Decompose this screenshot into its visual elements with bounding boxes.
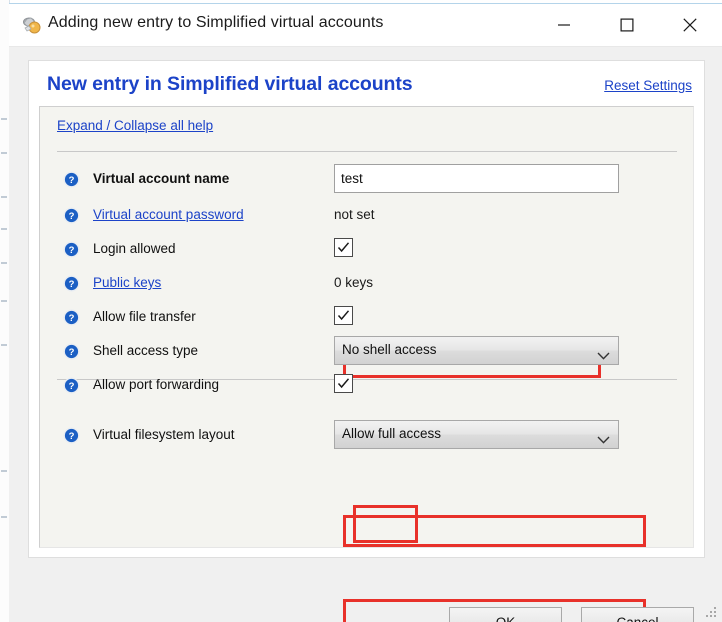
svg-text:?: ?	[69, 175, 75, 186]
row-label-shell-access-type: Shell access type	[93, 343, 199, 358]
virtual-filesystem-layout-dropdown[interactable]: Allow full access	[334, 420, 619, 449]
maximize-button[interactable]	[604, 4, 649, 46]
close-icon	[682, 18, 697, 32]
virtual-account-name-input[interactable]	[334, 164, 619, 193]
virtual-account-password-value: not set	[334, 207, 375, 222]
chevron-down-icon	[597, 431, 610, 449]
row-virtual-filesystem-layout: ? Virtual filesystem layout Allow full a…	[40, 419, 693, 453]
dialog-window: Adding new entry to Simplified virtual a…	[9, 3, 722, 622]
annotation-shell-access-type	[343, 515, 646, 547]
reset-settings-link[interactable]: Reset Settings	[604, 78, 692, 93]
help-icon[interactable]: ?	[63, 207, 80, 224]
svg-text:?: ?	[69, 279, 75, 290]
svg-text:?: ?	[69, 381, 75, 392]
row-label-allow-port-forwarding: Allow port forwarding	[93, 377, 220, 392]
screenshot-root: Adding new entry to Simplified virtual a…	[0, 0, 722, 622]
settings-panel: Expand / Collapse all help ? Virtual acc…	[39, 106, 694, 622]
svg-text:?: ?	[69, 313, 75, 324]
svg-text:?: ?	[69, 431, 75, 442]
help-icon[interactable]: ?	[63, 171, 80, 188]
help-icon[interactable]: ?	[63, 427, 80, 444]
resize-grip[interactable]	[705, 607, 717, 619]
annotation-allow-port-forwarding	[353, 505, 418, 543]
virtual-filesystem-layout-value: Allow full access	[342, 426, 442, 441]
title-bar: Adding new entry to Simplified virtual a…	[9, 4, 722, 47]
help-icon[interactable]: ?	[63, 343, 80, 360]
help-icon[interactable]: ?	[63, 275, 80, 292]
row-label-allow-file-transfer: Allow file transfer	[93, 309, 196, 324]
svg-text:?: ?	[69, 347, 75, 358]
row-label-virtual-filesystem-layout: Virtual filesystem layout	[93, 427, 235, 442]
cancel-button[interactable]: Cancel	[581, 607, 694, 622]
minimize-icon	[557, 24, 570, 26]
row-label-virtual-account-name: Virtual account name	[93, 171, 230, 186]
page-title: New entry in Simplified virtual accounts	[47, 73, 413, 95]
row-virtual-account-name: ? Virtual account name	[40, 163, 693, 197]
app-icon	[22, 16, 42, 35]
expand-collapse-all-help-link[interactable]: Expand / Collapse all help	[57, 118, 213, 133]
shell-access-type-dropdown[interactable]: No shell access	[334, 336, 619, 365]
dialog-body: New entry in Simplified virtual accounts…	[9, 47, 722, 622]
checkmark-icon	[337, 242, 350, 253]
public-keys-value: 0 keys	[334, 275, 374, 290]
close-button[interactable]	[667, 4, 712, 46]
ok-button[interactable]: OK	[449, 607, 562, 622]
settings-card: New entry in Simplified virtual accounts…	[28, 60, 705, 622]
help-icon[interactable]: ?	[63, 377, 80, 394]
chevron-down-icon	[597, 347, 610, 365]
login-allowed-checkbox[interactable]	[334, 238, 353, 257]
help-icon[interactable]: ?	[63, 241, 80, 258]
row-shell-access-type: ? Shell access type No shell access	[40, 335, 693, 369]
row-label-virtual-account-password[interactable]: Virtual account password	[93, 207, 244, 222]
row-virtual-account-password: ? Virtual account password not set	[40, 199, 693, 233]
allow-port-forwarding-checkbox[interactable]	[334, 374, 353, 393]
row-login-allowed: ? Login allowed	[40, 233, 693, 267]
minimize-button[interactable]	[541, 4, 586, 46]
row-label-login-allowed: Login allowed	[93, 241, 176, 256]
svg-text:?: ?	[69, 245, 75, 256]
row-public-keys: ? Public keys 0 keys	[40, 267, 693, 301]
row-label-public-keys[interactable]: Public keys	[93, 275, 161, 290]
divider-top	[57, 151, 677, 152]
row-allow-file-transfer: ? Allow file transfer	[40, 301, 693, 335]
row-allow-port-forwarding: ? Allow port forwarding	[40, 369, 693, 403]
svg-text:?: ?	[69, 211, 75, 222]
maximize-icon	[620, 18, 633, 32]
window-title: Adding new entry to Simplified virtual a…	[48, 14, 384, 31]
shell-access-type-value: No shell access	[342, 342, 437, 357]
help-icon[interactable]: ?	[63, 309, 80, 326]
checkmark-icon	[337, 310, 350, 321]
allow-file-transfer-checkbox[interactable]	[334, 306, 353, 325]
checkmark-icon	[337, 378, 350, 389]
